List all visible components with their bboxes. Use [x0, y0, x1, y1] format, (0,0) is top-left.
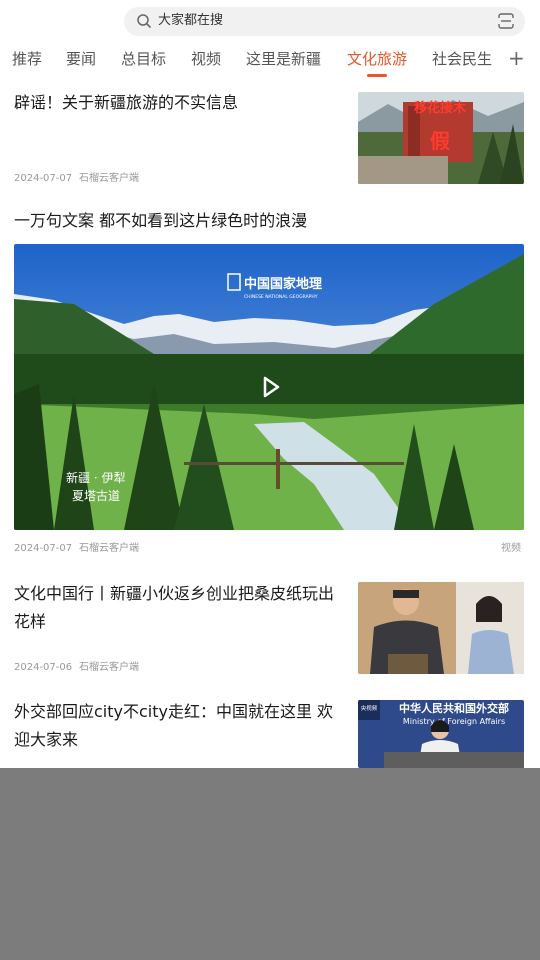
category-tabs: 推荐 要闻 总目标 视频 这里是新疆 文化旅游 社会民生 +	[0, 44, 540, 80]
article-thumbnail[interactable]	[358, 582, 524, 674]
video-tag: 视频	[501, 543, 521, 554]
article-title-line: 外交部回应city不city走红：中国就在这里 欢	[14, 702, 334, 721]
article-date: 2024-07-06	[14, 662, 73, 673]
add-tab-icon[interactable]: +	[508, 46, 525, 70]
article-date: 2024-07-07	[14, 173, 73, 184]
thumb-text-top: 移花接木	[414, 100, 467, 116]
tab-society-livelihood[interactable]: 社会民生	[432, 48, 492, 70]
video-thumbnail[interactable]: 中国国家地理 CHINESE NATIONAL GEOGRAPHY 新疆 · 伊…	[14, 244, 524, 530]
article-title[interactable]: 文化中国行丨新疆小伙返乡创业把桑皮纸玩出 花样	[14, 580, 349, 636]
article-thumbnail[interactable]: 移花接木 假	[358, 92, 524, 184]
video-caption-location: 新疆 · 伊犁	[66, 470, 125, 485]
tab-culture-tourism[interactable]: 文化旅游	[347, 48, 407, 70]
article-date: 2024-07-07	[14, 543, 73, 554]
article-title[interactable]: 外交部回应city不city走红：中国就在这里 欢 迎大家来	[14, 698, 349, 754]
active-tab-indicator	[367, 74, 387, 77]
article-title-line: 迎大家来	[14, 730, 79, 749]
tab-headlines[interactable]: 要闻	[66, 48, 96, 70]
search-placeholder: 大家都在搜	[158, 13, 224, 28]
article-source: 石榴云客户端	[79, 173, 139, 184]
article-title[interactable]: 一万句文案 都不如看到这片绿色时的浪漫	[14, 207, 307, 235]
article-source: 石榴云客户端	[79, 543, 139, 554]
thumb-banner-cn: 中华人民共和国外交部	[399, 701, 509, 715]
tab-video[interactable]: 视频	[191, 48, 221, 70]
tab-recommend[interactable]: 推荐	[12, 48, 42, 70]
scan-icon[interactable]	[497, 12, 515, 30]
thumb-text-bottom: 假	[430, 129, 451, 153]
search-bar[interactable]: 大家都在搜	[124, 7, 525, 36]
thumb-banner-en: Ministry of Foreign Affairs	[403, 717, 505, 726]
article-source: 石榴云客户端	[79, 662, 139, 673]
search-icon	[136, 13, 152, 29]
thumb-badge: 央视频	[361, 704, 378, 712]
tab-general-goal[interactable]: 总目标	[121, 48, 166, 70]
bottom-overlay	[0, 768, 540, 960]
article-title-line: 文化中国行丨新疆小伙返乡创业把桑皮纸玩出	[14, 584, 335, 603]
video-logo: 中国国家地理	[244, 276, 322, 292]
tab-this-is-xinjiang[interactable]: 这里是新疆	[246, 48, 321, 70]
video-caption-trail: 夏塔古道	[72, 488, 120, 503]
article-title[interactable]: 辟谣！关于新疆旅游的不实信息	[14, 89, 238, 117]
video-logo-en: CHINESE NATIONAL GEOGRAPHY	[244, 294, 318, 300]
article-title-line: 花样	[14, 612, 47, 631]
